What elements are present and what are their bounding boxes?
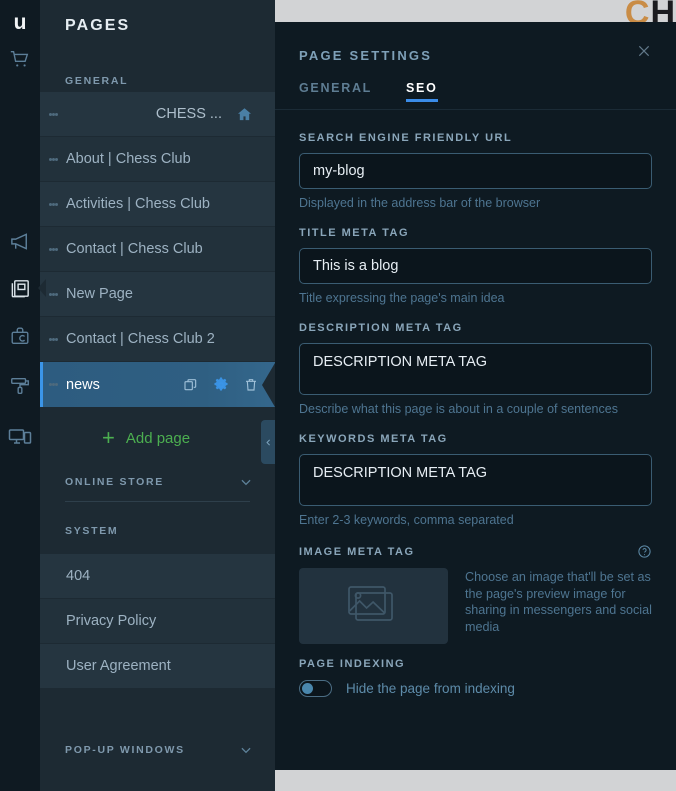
group-header-general: GENERAL [40,70,275,92]
list-item[interactable]: Activities | Chess Club [40,182,275,227]
close-icon[interactable] [629,36,659,66]
field-description-meta-hint: Describe what this page is about in a co… [299,402,652,416]
seo-form: SEARCH ENGINE FRIENDLY URL Displayed in … [275,110,676,697]
plus-icon: + [102,427,115,449]
list-item-label: Contact | Chess Club 2 [66,331,275,347]
field-title-meta-hint: Title expressing the page's main idea [299,291,652,305]
help-circle-icon[interactable] [637,544,652,559]
settings-tabs: GENERAL SEO [299,63,652,102]
list-item[interactable]: About | Chess Club [40,137,275,182]
drag-handle-icon[interactable] [40,111,66,117]
spacer [40,689,275,713]
field-description-meta-label: DESCRIPTION META TAG [299,322,652,334]
list-item-label: Activities | Chess Club [66,196,275,212]
image-upload-placeholder[interactable] [299,568,448,644]
chevron-down-icon[interactable] [239,743,253,757]
field-url-hint: Displayed in the address bar of the brow… [299,196,652,210]
collapse-sidebar-handle[interactable] [261,420,275,464]
copy-icon[interactable] [183,377,199,393]
image-meta-description: Choose an image that'll be set as the pa… [465,568,652,635]
list-item-label: Contact | Chess Club [66,241,275,257]
drag-handle-icon[interactable] [40,246,66,252]
group-header-system: SYSTEM [40,520,275,542]
list-item[interactable]: User Agreement [40,644,275,689]
list-item[interactable]: Contact | Chess Club [40,227,275,272]
megaphone-icon[interactable] [0,221,40,261]
field-title-meta: TITLE META TAG Title expressing the page… [299,227,652,305]
group-header-popup-windows[interactable]: POP-UP WINDOWS [40,739,275,761]
list-item[interactable]: Contact | Chess Club 2 [40,317,275,362]
field-description-meta: DESCRIPTION META TAG DESCRIPTION META TA… [299,322,652,416]
search-engine-friendly-url-input[interactable] [299,153,652,189]
trash-icon[interactable] [243,377,259,393]
list-item[interactable]: 404 [40,554,275,599]
tab-general[interactable]: GENERAL [299,81,372,102]
field-url-label: SEARCH ENGINE FRIENDLY URL [299,132,652,144]
field-url: SEARCH ENGINE FRIENDLY URL Displayed in … [299,132,652,210]
page-indexing-toggle-row: Hide the page from indexing [299,680,652,697]
list-item-label: About | Chess Club [66,151,275,167]
chevron-down-icon[interactable] [239,475,253,489]
page-settings-panel: PAGE SETTINGS GENERAL SEO SEARCH ENGINE … [275,22,676,770]
list-item-selected[interactable]: news [40,362,275,407]
group-header-online-store[interactable]: ONLINE STORE [40,471,275,493]
tab-seo[interactable]: SEO [406,81,438,102]
field-title-meta-label: TITLE META TAG [299,227,652,239]
drag-handle-icon[interactable] [40,381,66,387]
list-item-label: User Agreement [66,658,171,674]
drag-handle-icon[interactable] [40,156,66,162]
drag-handle-icon[interactable] [40,201,66,207]
row-actions [183,376,259,394]
hide-from-indexing-toggle[interactable] [299,680,332,697]
add-page-label: Add page [126,430,190,447]
list-item[interactable]: New Page [40,272,275,317]
page-settings-title: PAGE SETTINGS [299,48,652,63]
devices-icon[interactable] [0,416,40,456]
paint-roller-icon[interactable] [0,366,40,406]
app-logo[interactable]: u [0,5,40,39]
field-image-meta-label: IMAGE META TAG [299,544,652,559]
pages-sidebar: PAGES GENERAL CHESS ... About | Chess Cl… [40,0,275,791]
group-header-system-label: SYSTEM [65,520,118,542]
title-meta-tag-input[interactable] [299,248,652,284]
list-item-label: CHESS ... [66,106,236,122]
briefcase-icon[interactable] [0,316,40,356]
field-image-meta: IMAGE META TAG [299,544,652,644]
keywords-meta-tag-textarea[interactable]: DESCRIPTION META TAG [299,454,652,506]
field-image-meta-label-text: IMAGE META TAG [299,546,415,558]
page-settings-header: PAGE SETTINGS GENERAL SEO [275,22,676,102]
field-keywords-meta: KEYWORDS META TAG DESCRIPTION META TAG E… [299,433,652,527]
gear-icon[interactable] [212,376,230,394]
app-icon-rail: u [0,0,40,791]
cart-icon[interactable] [0,39,40,79]
spacer [40,502,275,518]
add-page-button[interactable]: + Add page [40,407,275,469]
list-item-label: Privacy Policy [66,613,156,629]
list-item[interactable]: Privacy Policy [40,599,275,644]
image-meta-row: Choose an image that'll be set as the pa… [299,568,652,644]
spacer [40,542,275,554]
field-keywords-meta-hint: Enter 2-3 keywords, comma separated [299,513,652,527]
app-root: CH u [0,0,676,791]
field-keywords-meta-label: KEYWORDS META TAG [299,433,652,445]
group-header-online-store-label: ONLINE STORE [65,471,164,493]
toggle-knob [302,683,313,694]
field-page-indexing-label: PAGE INDEXING [299,658,652,670]
field-page-indexing: PAGE INDEXING Hide the page from indexin… [299,658,652,697]
group-header-general-label: GENERAL [65,70,128,92]
list-item-label: news [66,377,183,393]
list-item[interactable]: CHESS ... [40,92,275,137]
spacer [40,713,275,737]
list-item-label: New Page [66,286,275,302]
group-header-popup-windows-label: POP-UP WINDOWS [65,739,185,761]
page-title: PAGES [40,0,275,35]
pages-icon[interactable] [0,268,40,308]
list-item-label: 404 [66,568,90,584]
home-icon [236,106,253,123]
description-meta-tag-textarea[interactable]: DESCRIPTION META TAG [299,343,652,395]
drag-handle-icon[interactable] [40,336,66,342]
hide-from-indexing-label: Hide the page from indexing [346,681,515,696]
